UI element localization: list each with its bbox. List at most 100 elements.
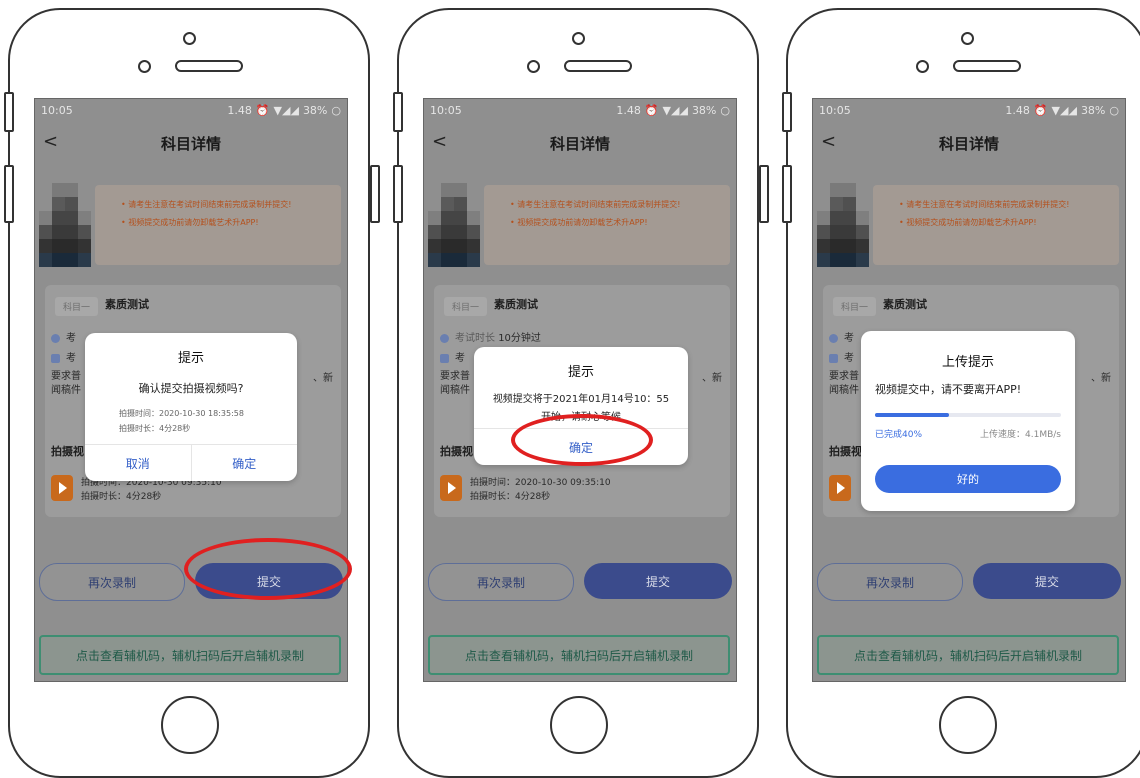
confirm-button[interactable]: 确定 [192, 445, 298, 481]
rerecord-button[interactable]: 再次录制 [428, 563, 574, 601]
alarm-icon: ⏰ [1033, 103, 1048, 117]
progress-label: 已完成40% [875, 430, 923, 440]
play-icon[interactable] [440, 475, 462, 501]
sensor-icon [138, 60, 151, 73]
home-button[interactable] [939, 696, 997, 754]
battery-icon: ○ [1109, 103, 1119, 117]
upload-progress-fill [875, 413, 950, 417]
notice-line-2: • 视频提交成功前请勿卸载艺术升APP! [121, 218, 259, 227]
status-time: 10:05 [41, 103, 73, 117]
highlight-ellipse [184, 538, 352, 600]
notice-box: • 请考生注意在考试时间结束前完成录制并提交! • 视频提交成功前请勿卸载艺术升… [95, 185, 341, 265]
video-length: 拍摄时长：4分28秒 [470, 492, 551, 502]
video-time: 拍摄时间：2020-10-30 09:35:10 [470, 478, 611, 488]
requirement-prefix: 要求普 [440, 371, 470, 382]
speaker-grille [175, 60, 243, 72]
rerecord-button[interactable]: 再次录制 [39, 563, 185, 601]
home-button[interactable] [161, 696, 219, 754]
clock-icon [51, 333, 60, 343]
battery-level: 38% [1080, 103, 1106, 117]
side-button [4, 92, 14, 132]
wifi-icon: ▼◢◢ [1051, 103, 1077, 117]
submit-button[interactable]: 提交 [584, 563, 732, 599]
requirement-prefix: 要求普 [829, 371, 859, 382]
notice-line-1: • 请考生注意在考试时间结束前完成录制并提交! [510, 200, 681, 209]
requirement-line-2: 闻稿件 [51, 385, 81, 396]
page-title: 科目详情 [938, 134, 999, 153]
side-button [4, 165, 14, 223]
chevron-left-icon[interactable]: < [432, 131, 447, 152]
document-icon [829, 353, 838, 363]
dialog-line-1: 视频提交将于2021年01月14号10：55 [492, 394, 670, 405]
dialog-title: 提示 [177, 351, 204, 366]
duration-value: 10分钟过 [498, 333, 541, 344]
clock-icon [440, 333, 449, 343]
network-speed: 1.48 [616, 103, 641, 117]
status-bar: 10:05 1.48 ⏰ ▼◢◢ 38% ○ [35, 99, 347, 121]
video-title: 拍摄视 [51, 445, 84, 458]
video-title: 拍摄视 [829, 445, 862, 458]
subject-tag: 科目一 [833, 297, 877, 316]
aux-code-button[interactable]: 点击查看辅机码，辅机扫码后开启辅机录制 [428, 635, 730, 675]
wifi-icon: ▼◢◢ [662, 103, 688, 117]
notice-box: • 请考生注意在考试时间结束前完成录制并提交! • 视频提交成功前请勿卸载艺术升… [484, 185, 730, 265]
requirement-suffix: 、新 [702, 373, 722, 384]
avatar [39, 183, 91, 267]
home-button[interactable] [550, 696, 608, 754]
screen-3: 10:05 1.48 ⏰ ▼◢◢ 38% ○ < 科目详情 • 请考生注意在考试时间结束… [812, 98, 1126, 682]
ok-button[interactable]: 好的 [875, 465, 1061, 493]
nav-bar: < 科目详情 [35, 121, 347, 165]
avatar [817, 183, 869, 267]
battery-icon: ○ [720, 103, 730, 117]
video-title: 拍摄视 [440, 445, 473, 458]
side-button [759, 165, 769, 223]
wifi-icon: ▼◢◢ [273, 103, 299, 117]
notice-line-2: • 视频提交成功前请勿卸载艺术升APP! [899, 218, 1037, 227]
side-button [393, 165, 403, 223]
aux-code-button[interactable]: 点击查看辅机码，辅机扫码后开启辅机录制 [817, 635, 1119, 675]
camera-icon [572, 32, 585, 45]
alarm-icon: ⏰ [255, 103, 270, 117]
play-icon[interactable] [829, 475, 851, 501]
play-icon[interactable] [51, 475, 73, 501]
cancel-button[interactable]: 取消 [85, 445, 192, 481]
side-button [782, 165, 792, 223]
duration-label: 考试时长 [455, 333, 495, 344]
upload-speed: 上传速度：4.1MB/s [980, 430, 1061, 440]
subject-tag: 科目一 [55, 297, 99, 316]
dialog-buttons: 取消 确定 [85, 444, 297, 481]
camera-icon [183, 32, 196, 45]
screen-2: 10:05 1.48 ⏰ ▼◢◢ 38% ○ < 科目详情 • 请考生注意在考试时间结束… [423, 98, 737, 682]
page-title: 科目详情 [549, 134, 610, 153]
status-bar: 10:05 1.48 ⏰ ▼◢◢ 38% ○ [424, 99, 736, 121]
dialog-title: 上传提示 [941, 355, 994, 370]
phone-frame-3: 10:05 1.48 ⏰ ▼◢◢ 38% ○ < 科目详情 • 请考生注意在考试时间结束… [786, 8, 1140, 778]
submit-button[interactable]: 提交 [973, 563, 1121, 599]
status-bar: 10:05 1.48 ⏰ ▼◢◢ 38% ○ [813, 99, 1125, 121]
subject-name: 素质测试 [883, 298, 927, 311]
exam-prefix: 考 [66, 333, 76, 344]
dialog-message: 确认提交拍摄视频吗? [138, 382, 244, 395]
battery-level: 38% [302, 103, 328, 117]
page-title: 科目详情 [160, 134, 221, 153]
upload-progress [875, 413, 1061, 417]
camera-icon [961, 32, 974, 45]
sensor-icon [916, 60, 929, 73]
chevron-left-icon[interactable]: < [43, 131, 58, 152]
aux-code-button[interactable]: 点击查看辅机码，辅机扫码后开启辅机录制 [39, 635, 341, 675]
side-button [370, 165, 380, 223]
exam-prefix-2: 考 [66, 353, 76, 364]
phone-frame-2: 10:05 1.48 ⏰ ▼◢◢ 38% ○ < 科目详情 • 请考生注意在考试时间结束… [397, 8, 759, 778]
dialog-title: 提示 [567, 365, 594, 380]
exam-prefix-2: 考 [844, 353, 854, 364]
chevron-left-icon[interactable]: < [821, 131, 836, 152]
exam-prefix: 考 [455, 353, 465, 364]
confirm-dialog: 提示 确认提交拍摄视频吗? 拍摄时间：2020-10-30 18:35:58 拍… [85, 333, 297, 481]
notice-line-1: • 请考生注意在考试时间结束前完成录制并提交! [121, 200, 292, 209]
rerecord-button[interactable]: 再次录制 [817, 563, 963, 601]
side-button [782, 92, 792, 132]
status-time: 10:05 [819, 103, 851, 117]
nav-bar: < 科目详情 [813, 121, 1125, 165]
dialog-message: 视频提交中，请不要离开APP! [875, 383, 1022, 396]
requirement-suffix: 、新 [1091, 373, 1111, 384]
